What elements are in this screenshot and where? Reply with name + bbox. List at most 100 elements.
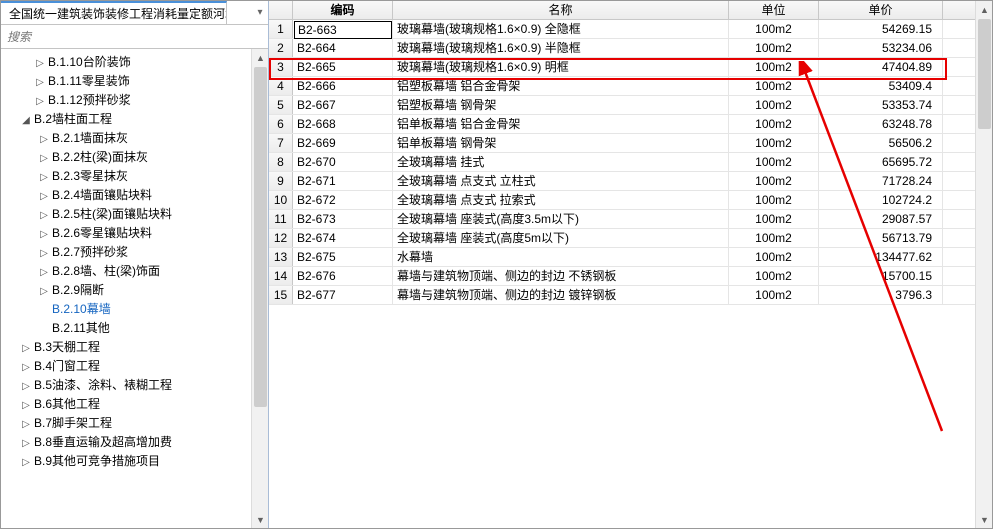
- cell-unit: 100m2: [729, 20, 819, 38]
- table-row[interactable]: 10B2-672全玻璃幕墙 点支式 拉索式100m2102724.2: [269, 191, 992, 210]
- tree-node[interactable]: ▷B.8垂直运输及超高增加费: [1, 433, 268, 452]
- cell-name: 铝单板幕墙 铝合金骨架: [393, 115, 729, 133]
- table-row[interactable]: 13B2-675水幕墙100m2134477.62: [269, 248, 992, 267]
- tab-bar: 全国统一建筑装饰装修工程消耗量定额河北省消 ▾: [1, 1, 268, 25]
- tree-node[interactable]: ▷B.2.8墙、柱(梁)饰面: [1, 262, 268, 281]
- cell-name: 全玻璃幕墙 挂式: [393, 153, 729, 171]
- tree-node[interactable]: ▷B.2.3零星抹灰: [1, 167, 268, 186]
- tree-collapsed-icon[interactable]: ▷: [21, 339, 31, 358]
- tree-collapsed-icon[interactable]: ▷: [21, 415, 31, 434]
- scroll-up-icon[interactable]: ▲: [252, 49, 269, 66]
- header-price[interactable]: 单价: [819, 1, 943, 19]
- active-tab[interactable]: 全国统一建筑装饰装修工程消耗量定额河北省消: [1, 1, 227, 24]
- table-row[interactable]: 5B2-667铝塑板幕墙 钢骨架100m253353.74: [269, 96, 992, 115]
- row-index: 12: [269, 229, 293, 247]
- tree-collapsed-icon[interactable]: ▷: [21, 396, 31, 415]
- scroll-thumb[interactable]: [254, 67, 267, 407]
- cell-price: 15700.15: [819, 267, 943, 285]
- tree-collapsed-icon[interactable]: ▷: [39, 187, 49, 206]
- scroll-down-icon[interactable]: ▼: [976, 511, 993, 528]
- tree-collapsed-icon[interactable]: ▷: [39, 282, 49, 301]
- tree-node[interactable]: ▷B.1.12预拌砂浆: [1, 91, 268, 110]
- tree-collapsed-icon[interactable]: ▷: [35, 54, 45, 73]
- table-row[interactable]: 14B2-676幕墙与建筑物顶端、侧边的封边 不锈钢板100m215700.15: [269, 267, 992, 286]
- tree-collapsed-icon[interactable]: ▷: [21, 434, 31, 453]
- cell-name: 全玻璃幕墙 座装式(高度5m以下): [393, 229, 729, 247]
- cell-unit: 100m2: [729, 229, 819, 247]
- tree-node[interactable]: ▷B.9其他可竞争措施项目: [1, 452, 268, 471]
- scroll-thumb[interactable]: [978, 19, 991, 129]
- table-row[interactable]: 2B2-664玻璃幕墙(玻璃规格1.6×0.9) 半隐框100m253234.0…: [269, 39, 992, 58]
- table-row[interactable]: 9B2-671全玻璃幕墙 点支式 立柱式100m271728.24: [269, 172, 992, 191]
- table-row[interactable]: 4B2-666铝塑板幕墙 铝合金骨架100m253409.4: [269, 77, 992, 96]
- cell-code: B2-670: [293, 153, 393, 171]
- tree-node[interactable]: ▷B.1.10台阶装饰: [1, 53, 268, 72]
- tree-collapsed-icon[interactable]: ▷: [39, 168, 49, 187]
- cell-price: 65695.72: [819, 153, 943, 171]
- tree-node[interactable]: ▷B.3天棚工程: [1, 338, 268, 357]
- category-tree[interactable]: ▷B.1.10台阶装饰▷B.1.11零星装饰▷B.1.12预拌砂浆◢B.2墙柱面…: [1, 49, 268, 528]
- tree-node[interactable]: B.2.10幕墙: [1, 300, 268, 319]
- row-index: 7: [269, 134, 293, 152]
- tree-node[interactable]: ▷B.6其他工程: [1, 395, 268, 414]
- tree-collapsed-icon[interactable]: ▷: [21, 377, 31, 396]
- right-scrollbar[interactable]: ▲ ▼: [975, 1, 992, 528]
- cell-price: 63248.78: [819, 115, 943, 133]
- left-panel: 全国统一建筑装饰装修工程消耗量定额河北省消 ▾ ▷B.1.10台阶装饰▷B.1.…: [1, 1, 269, 528]
- tree-node-label: B.5油漆、涂料、裱糊工程: [34, 378, 172, 392]
- tree-node[interactable]: ▷B.2.1墙面抹灰: [1, 129, 268, 148]
- table-row[interactable]: 6B2-668铝单板幕墙 铝合金骨架100m263248.78: [269, 115, 992, 134]
- cell-name: 玻璃幕墙(玻璃规格1.6×0.9) 全隐框: [393, 20, 729, 38]
- tree-collapsed-icon[interactable]: ▷: [39, 263, 49, 282]
- tree-node[interactable]: ▷B.2.4墙面镶贴块料: [1, 186, 268, 205]
- table-row[interactable]: 15B2-677幕墙与建筑物顶端、侧边的封边 镀锌钢板100m23796.3: [269, 286, 992, 305]
- table-row[interactable]: 12B2-674全玻璃幕墙 座装式(高度5m以下)100m256713.79: [269, 229, 992, 248]
- tree-collapsed-icon[interactable]: ▷: [21, 358, 31, 377]
- cell-name: 全玻璃幕墙 座装式(高度3.5m以下): [393, 210, 729, 228]
- cell-price: 56713.79: [819, 229, 943, 247]
- scroll-down-icon[interactable]: ▼: [252, 511, 269, 528]
- table-row[interactable]: 11B2-673全玻璃幕墙 座装式(高度3.5m以下)100m229087.57: [269, 210, 992, 229]
- tree-collapsed-icon[interactable]: ▷: [39, 225, 49, 244]
- row-index: 13: [269, 248, 293, 266]
- cell-unit: 100m2: [729, 191, 819, 209]
- tree-collapsed-icon[interactable]: ▷: [39, 244, 49, 263]
- header-unit[interactable]: 单位: [729, 1, 819, 19]
- header-name[interactable]: 名称: [393, 1, 729, 19]
- tree-node[interactable]: ▷B.5油漆、涂料、裱糊工程: [1, 376, 268, 395]
- cell-price: 29087.57: [819, 210, 943, 228]
- tree-node[interactable]: ▷B.7脚手架工程: [1, 414, 268, 433]
- scroll-up-icon[interactable]: ▲: [976, 1, 993, 18]
- code-edit-cell[interactable]: B2-663: [294, 21, 392, 39]
- tree-collapsed-icon[interactable]: ▷: [39, 130, 49, 149]
- tree-node[interactable]: ◢B.2墙柱面工程: [1, 110, 268, 129]
- tree-node[interactable]: ▷B.2.9隔断: [1, 281, 268, 300]
- tree-node[interactable]: ▷B.4门窗工程: [1, 357, 268, 376]
- tree-node[interactable]: ▷B.2.2柱(梁)面抹灰: [1, 148, 268, 167]
- tree-node[interactable]: ▷B.2.6零星镶贴块料: [1, 224, 268, 243]
- tree-collapsed-icon[interactable]: ▷: [35, 92, 45, 111]
- table-row[interactable]: 8B2-670全玻璃幕墙 挂式100m265695.72: [269, 153, 992, 172]
- tree-node[interactable]: ▷B.2.5柱(梁)面镶贴块料: [1, 205, 268, 224]
- tree-expanded-icon[interactable]: ◢: [21, 111, 31, 130]
- tree-collapsed-icon[interactable]: ▷: [21, 453, 31, 472]
- tab-dropdown-icon[interactable]: ▾: [252, 7, 268, 18]
- tree-collapsed-icon[interactable]: ▷: [35, 73, 45, 92]
- tree-node[interactable]: ▷B.2.7预拌砂浆: [1, 243, 268, 262]
- search-input[interactable]: [1, 26, 268, 48]
- cell-code: B2-668: [293, 115, 393, 133]
- cell-unit: 100m2: [729, 96, 819, 114]
- tree-collapsed-icon[interactable]: ▷: [39, 149, 49, 168]
- left-scrollbar[interactable]: ▲ ▼: [251, 49, 268, 528]
- table-row[interactable]: 7B2-669铝单板幕墙 钢骨架100m256506.2: [269, 134, 992, 153]
- tree-node-label: B.2墙柱面工程: [34, 112, 112, 126]
- cell-code: B2-672: [293, 191, 393, 209]
- tree-node[interactable]: B.2.11其他: [1, 319, 268, 338]
- cell-name: 玻璃幕墙(玻璃规格1.6×0.9) 半隐框: [393, 39, 729, 57]
- row-index: 11: [269, 210, 293, 228]
- tree-collapsed-icon[interactable]: ▷: [39, 206, 49, 225]
- tree-node[interactable]: ▷B.1.11零星装饰: [1, 72, 268, 91]
- header-code[interactable]: 编码: [293, 1, 393, 19]
- row-index: 10: [269, 191, 293, 209]
- table-row[interactable]: 3B2-665玻璃幕墙(玻璃规格1.6×0.9) 明框100m247404.89: [269, 58, 992, 77]
